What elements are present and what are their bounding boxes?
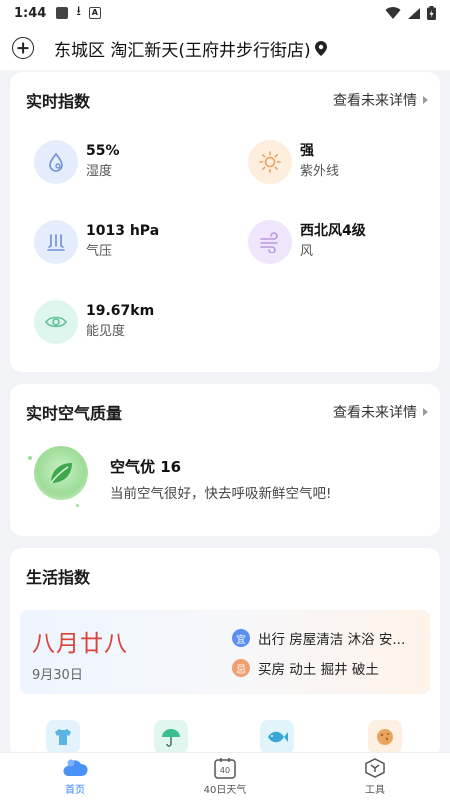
eye-icon	[34, 300, 78, 344]
almanac-ji-row: 忌 买房 动土 掘井 破土	[232, 658, 379, 678]
yi-badge: 宜	[232, 629, 250, 647]
almanac-yi-row: 宜 出行 房屋清洁 沐浴 安...	[232, 628, 405, 648]
sparkle-dot	[76, 504, 79, 507]
almanac-banner[interactable]: 八月廿八 9月30日 宜 出行 房屋清洁 沐浴 安... 忌 买房 动土 掘井 …	[20, 610, 430, 694]
humidity-value: 55%	[86, 143, 120, 159]
air-status: 空气优 16	[110, 458, 182, 476]
pressure-icon	[34, 220, 78, 264]
realtime-more-link[interactable]: 查看未来详情	[333, 90, 428, 110]
add-city-icon[interactable]	[12, 37, 34, 59]
ji-badge: 忌	[232, 659, 250, 677]
wind-item: 西北风4级 风	[248, 220, 366, 264]
leaf-icon	[34, 446, 88, 500]
a-notification-icon: A	[88, 7, 101, 19]
location-title[interactable]: 东城区 淘汇新天(王府井步行街店)	[54, 36, 311, 61]
pressure-item: 1013 hPa 气压	[34, 220, 159, 264]
chevron-right-icon	[423, 96, 428, 104]
visibility-label: 能见度	[86, 324, 126, 339]
fish-icon[interactable]	[260, 720, 294, 754]
location-header: 东城区 淘汇新天(王府井步行街店)	[0, 26, 450, 70]
calendar-40-number: 40	[220, 766, 230, 775]
tools-cube-icon	[365, 758, 385, 778]
location-pin-icon	[314, 40, 327, 56]
life-index-card: 生活指数 八月廿八 9月30日 宜 出行 房屋清洁 沐浴 安... 忌 买房 动…	[10, 548, 440, 758]
sparkle-dot	[28, 456, 32, 460]
uv-label: 紫外线	[300, 164, 340, 179]
uv-value: 强	[300, 143, 314, 159]
life-index-title: 生活指数	[26, 568, 91, 587]
battery-icon	[427, 6, 436, 20]
uv-item: 强 紫外线	[248, 140, 339, 184]
chevron-right-icon	[423, 408, 428, 416]
sun-icon	[248, 140, 292, 184]
status-bar: 1:44 ⭳ A	[0, 0, 450, 26]
nav-tools-label: 工具	[365, 785, 385, 796]
solar-date: 9月30日	[32, 668, 83, 683]
calendar-40-icon: 40	[214, 758, 236, 779]
pressure-value: 1013 hPa	[86, 223, 160, 239]
status-indicators	[385, 6, 436, 20]
humidity-item: 55% 湿度	[34, 140, 120, 184]
nav-home-label: 首页	[65, 785, 85, 796]
status-time: 1:44	[14, 5, 47, 21]
wifi-icon	[385, 6, 401, 19]
yi-text: 出行 房屋清洁 沐浴 安...	[258, 632, 406, 648]
air-quality-card: 实时空气质量 查看未来详情 空气优 16 当前空气很好，快去呼吸新鲜空气吧!	[10, 384, 440, 536]
realtime-index-card: 实时指数 查看未来详情 55% 湿度 强 紫外线 1013 hPa 气压 西北风…	[10, 72, 440, 372]
realtime-index-title: 实时指数	[26, 92, 91, 111]
air-more-label: 查看未来详情	[333, 405, 417, 421]
pressure-label: 气压	[86, 244, 113, 259]
humidity-icon	[34, 140, 78, 184]
wind-label: 风	[300, 244, 314, 259]
air-more-link[interactable]: 查看未来详情	[333, 402, 428, 422]
ji-text: 买房 动土 掘井 破土	[258, 662, 379, 678]
nav-home[interactable]: 首页	[30, 757, 120, 796]
wind-value: 西北风4级	[300, 223, 366, 239]
air-description: 当前空气很好，快去呼吸新鲜空气吧!	[110, 486, 332, 502]
visibility-value: 19.67km	[86, 303, 155, 319]
nav-tools[interactable]: 工具	[330, 757, 420, 796]
realtime-more-label: 查看未来详情	[333, 93, 417, 109]
clothing-icon[interactable]	[46, 720, 80, 754]
bottom-navigation: 首页 40 40日天气 工具	[0, 752, 450, 800]
download-icon: ⭳	[76, 4, 81, 19]
wind-icon	[248, 220, 292, 264]
umbrella-icon[interactable]	[154, 720, 188, 754]
humidity-label: 湿度	[86, 164, 113, 179]
cookie-icon[interactable]	[368, 720, 402, 754]
nav-40-day[interactable]: 40 40日天气	[180, 757, 270, 796]
visibility-item: 19.67km 能见度	[34, 300, 154, 344]
cloud-home-icon	[63, 759, 88, 777]
air-quality-title: 实时空气质量	[26, 404, 123, 423]
notification-app-icon	[56, 7, 69, 19]
signal-icon	[408, 7, 420, 19]
nav-40-day-label: 40日天气	[203, 785, 247, 796]
lunar-date: 八月廿八	[32, 631, 128, 657]
